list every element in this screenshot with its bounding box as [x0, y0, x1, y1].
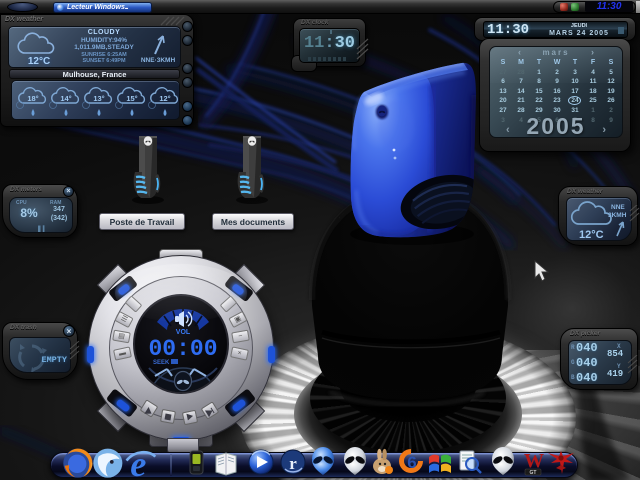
svg-text:3KMH: 3KMH: [608, 212, 627, 219]
svg-text:e: e: [130, 444, 146, 480]
svg-text:VOL: VOL: [176, 329, 191, 336]
svg-text:12°: 12°: [159, 94, 170, 103]
svg-text:SEEK: SEEK: [153, 360, 170, 366]
svg-text:r: r: [289, 454, 297, 473]
svg-text:W: W: [524, 450, 544, 472]
svg-text:14°: 14°: [60, 94, 71, 103]
svg-text:00:00: 00:00: [148, 336, 217, 362]
svg-text:13°: 13°: [93, 94, 104, 103]
svg-text:15°: 15°: [126, 94, 137, 103]
svg-text:NNE: NNE: [611, 204, 625, 211]
svg-text:18°: 18°: [27, 94, 38, 103]
svg-text:12°C: 12°C: [579, 229, 604, 241]
svg-text:GT: GT: [530, 470, 537, 476]
svg-text:6: 6: [407, 453, 416, 472]
